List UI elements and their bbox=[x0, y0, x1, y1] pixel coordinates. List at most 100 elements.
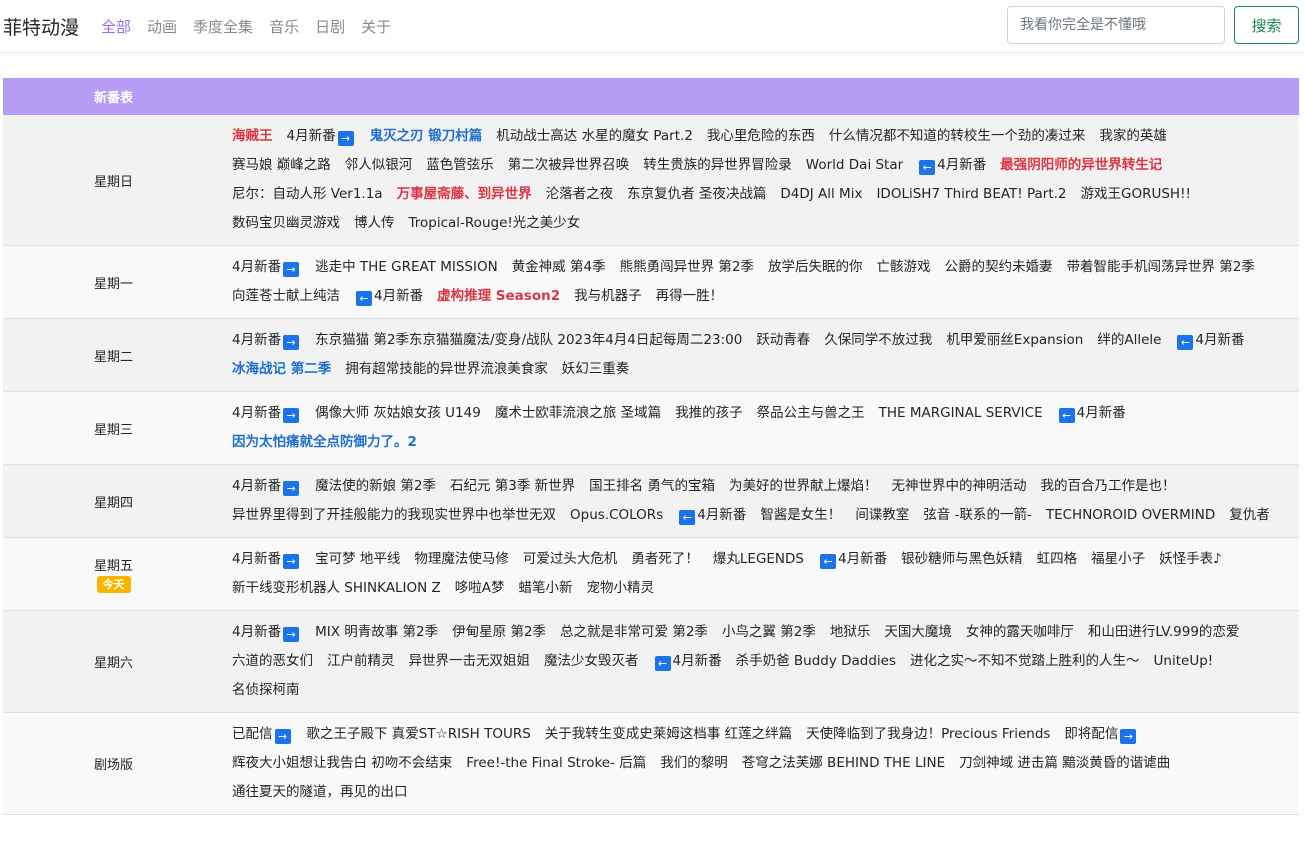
anime-link[interactable]: 万事屋斋藤、到异世界 bbox=[397, 180, 532, 209]
anime-link[interactable]: 小鸟之翼 第2季 bbox=[722, 618, 816, 647]
anime-link[interactable]: ← 4月新番 bbox=[354, 282, 423, 311]
anime-link[interactable]: 数码宝贝幽灵游戏 bbox=[232, 209, 340, 238]
anime-link[interactable]: ← 4月新番 bbox=[917, 151, 986, 180]
anime-link[interactable]: 杀手奶爸 Buddy Daddies bbox=[736, 647, 896, 676]
anime-link[interactable]: 拥有超常技能的异世界流浪美食家 bbox=[345, 355, 548, 384]
anime-link[interactable]: 虚构推理 Season2 bbox=[437, 282, 560, 311]
anime-link[interactable]: 带着智能手机闯荡异世界 第2季 bbox=[1066, 253, 1254, 282]
anime-link[interactable]: 因为太怕痛就全点防御力了。2 bbox=[232, 428, 417, 457]
anime-link[interactable]: 我家的英雄 bbox=[1099, 122, 1167, 151]
anime-link[interactable]: 4月新番 → bbox=[232, 545, 301, 574]
anime-link[interactable]: 我的百合乃工作是也！ bbox=[1040, 472, 1175, 501]
anime-link[interactable]: 妖怪手表♪ bbox=[1159, 545, 1222, 574]
anime-link[interactable]: 江户前精灵 bbox=[327, 647, 395, 676]
nav-link[interactable]: 季度全集 bbox=[193, 16, 253, 37]
anime-link[interactable]: 异世界一击无双姐姐 bbox=[409, 647, 531, 676]
anime-link[interactable]: 哆啦A梦 bbox=[455, 574, 505, 603]
anime-link[interactable]: 异世界里得到了开挂般能力的我现实世界中也举世无双 bbox=[232, 501, 556, 530]
anime-link[interactable]: 福星小子 bbox=[1091, 545, 1145, 574]
nav-link[interactable]: 日剧 bbox=[315, 16, 345, 37]
anime-link[interactable]: 进化之实～不知不觉踏上胜利的人生～ bbox=[910, 647, 1140, 676]
anime-link[interactable]: 宝可梦 地平线 bbox=[315, 545, 400, 574]
anime-link[interactable]: 虹四格 bbox=[1037, 545, 1078, 574]
anime-link[interactable]: ← 4月新番 bbox=[818, 545, 887, 574]
anime-link[interactable]: 苍穹之法芙娜 BEHIND THE LINE bbox=[742, 749, 945, 778]
anime-link[interactable]: 4月新番 → bbox=[287, 122, 356, 151]
site-brand[interactable]: 菲特动漫 bbox=[3, 13, 79, 40]
anime-link[interactable]: 魔法使的新娘 第2季 bbox=[315, 472, 436, 501]
anime-link[interactable]: 歌之王子殿下 真爱ST☆RISH TOURS bbox=[307, 720, 531, 749]
anime-link[interactable]: 4月新番 → bbox=[232, 253, 301, 282]
anime-link[interactable]: 妖幻三重奏 bbox=[562, 355, 630, 384]
anime-link[interactable]: 名侦探柯南 bbox=[232, 676, 300, 705]
anime-link[interactable]: ← 4月新番 bbox=[1057, 399, 1126, 428]
anime-link[interactable]: 我心里危险的东西 bbox=[707, 122, 815, 151]
anime-link[interactable]: 熊熊勇闯异世界 第2季 bbox=[620, 253, 754, 282]
anime-link[interactable]: 伊甸星原 第2季 bbox=[452, 618, 546, 647]
anime-link[interactable]: 再得一胜！ bbox=[656, 282, 724, 311]
anime-link[interactable]: ← 4月新番 bbox=[677, 501, 746, 530]
anime-link[interactable]: 赛马娘 巅峰之路 bbox=[232, 151, 331, 180]
anime-link[interactable]: 我们的黎明 bbox=[660, 749, 728, 778]
anime-link[interactable]: 已配信 → bbox=[232, 720, 293, 749]
anime-link[interactable]: 勇者死了！ bbox=[631, 545, 699, 574]
anime-link[interactable]: 宠物小精灵 bbox=[586, 574, 654, 603]
anime-link[interactable]: 最强阴阳师的异世界转生记 bbox=[1000, 151, 1162, 180]
anime-link[interactable]: 鬼灭之刃 锻刀村篇 bbox=[370, 122, 483, 151]
anime-link[interactable]: 久保同学不放过我 bbox=[824, 326, 932, 355]
anime-link[interactable]: 亡骸游戏 bbox=[876, 253, 930, 282]
anime-link[interactable]: 我推的孩子 bbox=[675, 399, 743, 428]
anime-link[interactable]: 4月新番 → bbox=[232, 618, 301, 647]
anime-link[interactable]: IDOLiSH7 Third BEAT! Part.2 bbox=[876, 180, 1066, 209]
anime-link[interactable]: 女神的露天咖啡厅 bbox=[966, 618, 1074, 647]
anime-link[interactable]: 逃走中 THE GREAT MISSION bbox=[315, 253, 498, 282]
anime-link[interactable]: 国王排名 勇气的宝箱 bbox=[589, 472, 715, 501]
anime-link[interactable]: 博人传 bbox=[354, 209, 395, 238]
anime-link[interactable]: 和山田进行LV.999的恋爱 bbox=[1088, 618, 1240, 647]
anime-link[interactable]: 爆丸LEGENDS bbox=[713, 545, 804, 574]
anime-link[interactable]: 游戏王GORUSH!! bbox=[1081, 180, 1191, 209]
search-button[interactable]: 搜索 bbox=[1234, 6, 1299, 44]
anime-link[interactable]: 间谍教室 bbox=[855, 501, 909, 530]
anime-link[interactable]: 新干线变形机器人 SHINKALION Z bbox=[232, 574, 441, 603]
anime-link[interactable]: 天国大魔境 bbox=[884, 618, 952, 647]
nav-link[interactable]: 全部 bbox=[101, 16, 131, 37]
anime-link[interactable]: 关于我转生变成史莱姆这档事 红莲之绊篇 bbox=[545, 720, 792, 749]
anime-link[interactable]: 尼尔：自动人形 Ver1.1a bbox=[232, 180, 383, 209]
anime-link[interactable]: 复仇者 bbox=[1229, 501, 1270, 530]
anime-link[interactable]: 东京复仇者 圣夜决战篇 bbox=[627, 180, 766, 209]
anime-link[interactable]: 蜡笔小新 bbox=[518, 574, 572, 603]
search-input[interactable] bbox=[1007, 6, 1225, 44]
anime-link[interactable]: 无神世界中的神明活动 bbox=[891, 472, 1026, 501]
anime-link[interactable]: 第二次被异世界召唤 bbox=[508, 151, 630, 180]
anime-link[interactable]: UniteUp! bbox=[1154, 647, 1214, 676]
anime-link[interactable]: 祭品公主与兽之王 bbox=[757, 399, 865, 428]
anime-link[interactable]: 通往夏天的隧道，再见的出口 bbox=[232, 778, 408, 807]
anime-link[interactable]: Tropical-Rouge!光之美少女 bbox=[409, 209, 581, 238]
anime-link[interactable]: Opus.COLORs bbox=[570, 501, 663, 530]
anime-link[interactable]: 天使降临到了我身边！Precious Friends bbox=[806, 720, 1050, 749]
anime-link[interactable]: 六道的恶女们 bbox=[232, 647, 313, 676]
anime-link[interactable]: 弦音 -联系的一箭- bbox=[923, 501, 1032, 530]
anime-link[interactable]: 东京猫猫 第2季东京猫猫魔法/变身/战队 2023年4月4日起每周二23:00 bbox=[315, 326, 742, 355]
anime-link[interactable]: 邻人似银河 bbox=[345, 151, 413, 180]
anime-link[interactable]: 蓝色管弦乐 bbox=[426, 151, 494, 180]
anime-link[interactable]: D4DJ All Mix bbox=[780, 180, 862, 209]
anime-link[interactable]: 辉夜大小姐想让我告白 初吻不会结束 bbox=[232, 749, 452, 778]
anime-link[interactable]: 魔术士欧菲流浪之旅 圣域篇 bbox=[495, 399, 661, 428]
anime-link[interactable]: 向莲苍士献上纯洁 bbox=[232, 282, 340, 311]
anime-link[interactable]: ← 4月新番 bbox=[1175, 326, 1245, 355]
anime-link[interactable]: 4月新番 → bbox=[232, 472, 301, 501]
anime-link[interactable]: 放学后失眠的你 bbox=[768, 253, 863, 282]
anime-link[interactable]: 公爵的契约未婚妻 bbox=[944, 253, 1052, 282]
anime-link[interactable]: 黄金神威 第4季 bbox=[512, 253, 606, 282]
anime-link[interactable]: 4月新番 → bbox=[232, 399, 301, 428]
anime-link[interactable]: 机甲爱丽丝Expansion bbox=[946, 326, 1083, 355]
anime-link[interactable]: 智酱是女生！ bbox=[760, 501, 841, 530]
anime-link[interactable]: 魔法少女毁灭者 bbox=[544, 647, 639, 676]
anime-link[interactable]: 总之就是非常可爱 第2季 bbox=[560, 618, 708, 647]
anime-link[interactable]: 石纪元 第3季 新世界 bbox=[450, 472, 575, 501]
anime-link[interactable]: 4月新番 → bbox=[232, 326, 301, 355]
anime-link[interactable]: 海贼王 bbox=[232, 122, 273, 151]
anime-link[interactable]: 绊的Allele bbox=[1097, 326, 1161, 355]
